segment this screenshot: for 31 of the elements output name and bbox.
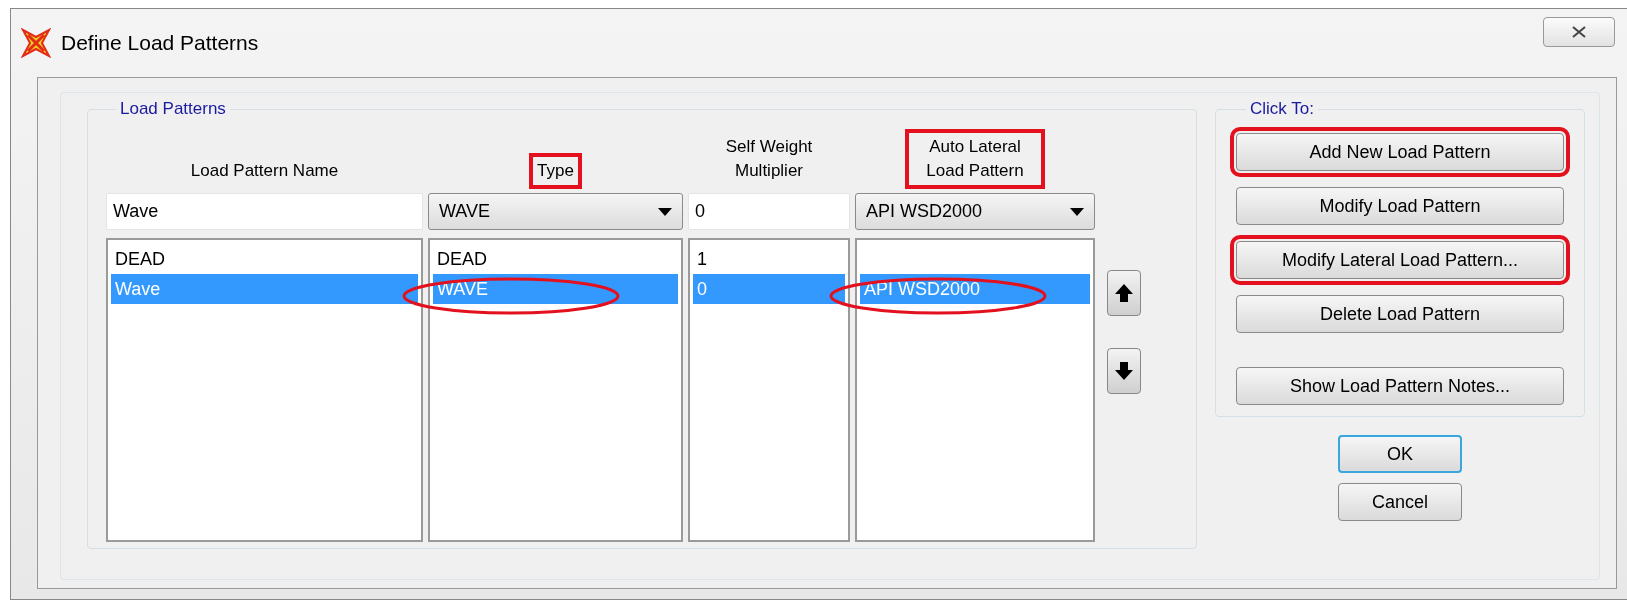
dropdown-value: API WSD2000	[866, 201, 983, 223]
app-icon	[21, 28, 51, 58]
input-field[interactable]: Wave	[106, 193, 423, 231]
dialog-button[interactable]: Cancel	[1338, 483, 1462, 521]
list-box[interactable]: DEAD Wave	[106, 238, 423, 542]
list-box[interactable]: 1 0	[688, 238, 850, 542]
dropdown[interactable]: API WSD2000	[855, 193, 1095, 231]
caret-icon	[658, 207, 672, 216]
caret-icon	[1070, 207, 1084, 216]
column-header: Self Weight Multiplier	[724, 136, 814, 183]
list-item[interactable]: DEAD	[111, 244, 418, 275]
arrow-down-icon	[1114, 361, 1134, 381]
dropdown-value: WAVE	[439, 201, 490, 223]
column-header: Load Pattern Name	[189, 160, 340, 183]
action-button[interactable]: Show Load Pattern Notes...	[1236, 367, 1564, 405]
dropdown[interactable]: WAVE	[428, 193, 683, 231]
group-title: Load Patterns	[119, 99, 227, 119]
close-icon	[1572, 26, 1586, 38]
list-item[interactable]: 1	[693, 244, 845, 275]
list-box[interactable]: DEAD WAVE	[428, 238, 683, 542]
move-down-button[interactable]	[1107, 348, 1141, 394]
group-title: Click To:	[1249, 99, 1315, 119]
dialog-button[interactable]: OK	[1338, 435, 1462, 473]
window-title: Define Load Patterns	[61, 31, 260, 55]
input-field[interactable]: 0	[688, 193, 850, 231]
move-up-button[interactable]	[1107, 270, 1141, 316]
arrow-up-icon	[1114, 283, 1134, 303]
action-button[interactable]: Modify Load Pattern	[1236, 187, 1564, 225]
action-button[interactable]: Delete Load Pattern	[1236, 295, 1564, 333]
list-item[interactable]: DEAD	[433, 244, 678, 275]
close-button[interactable]	[1543, 17, 1615, 47]
